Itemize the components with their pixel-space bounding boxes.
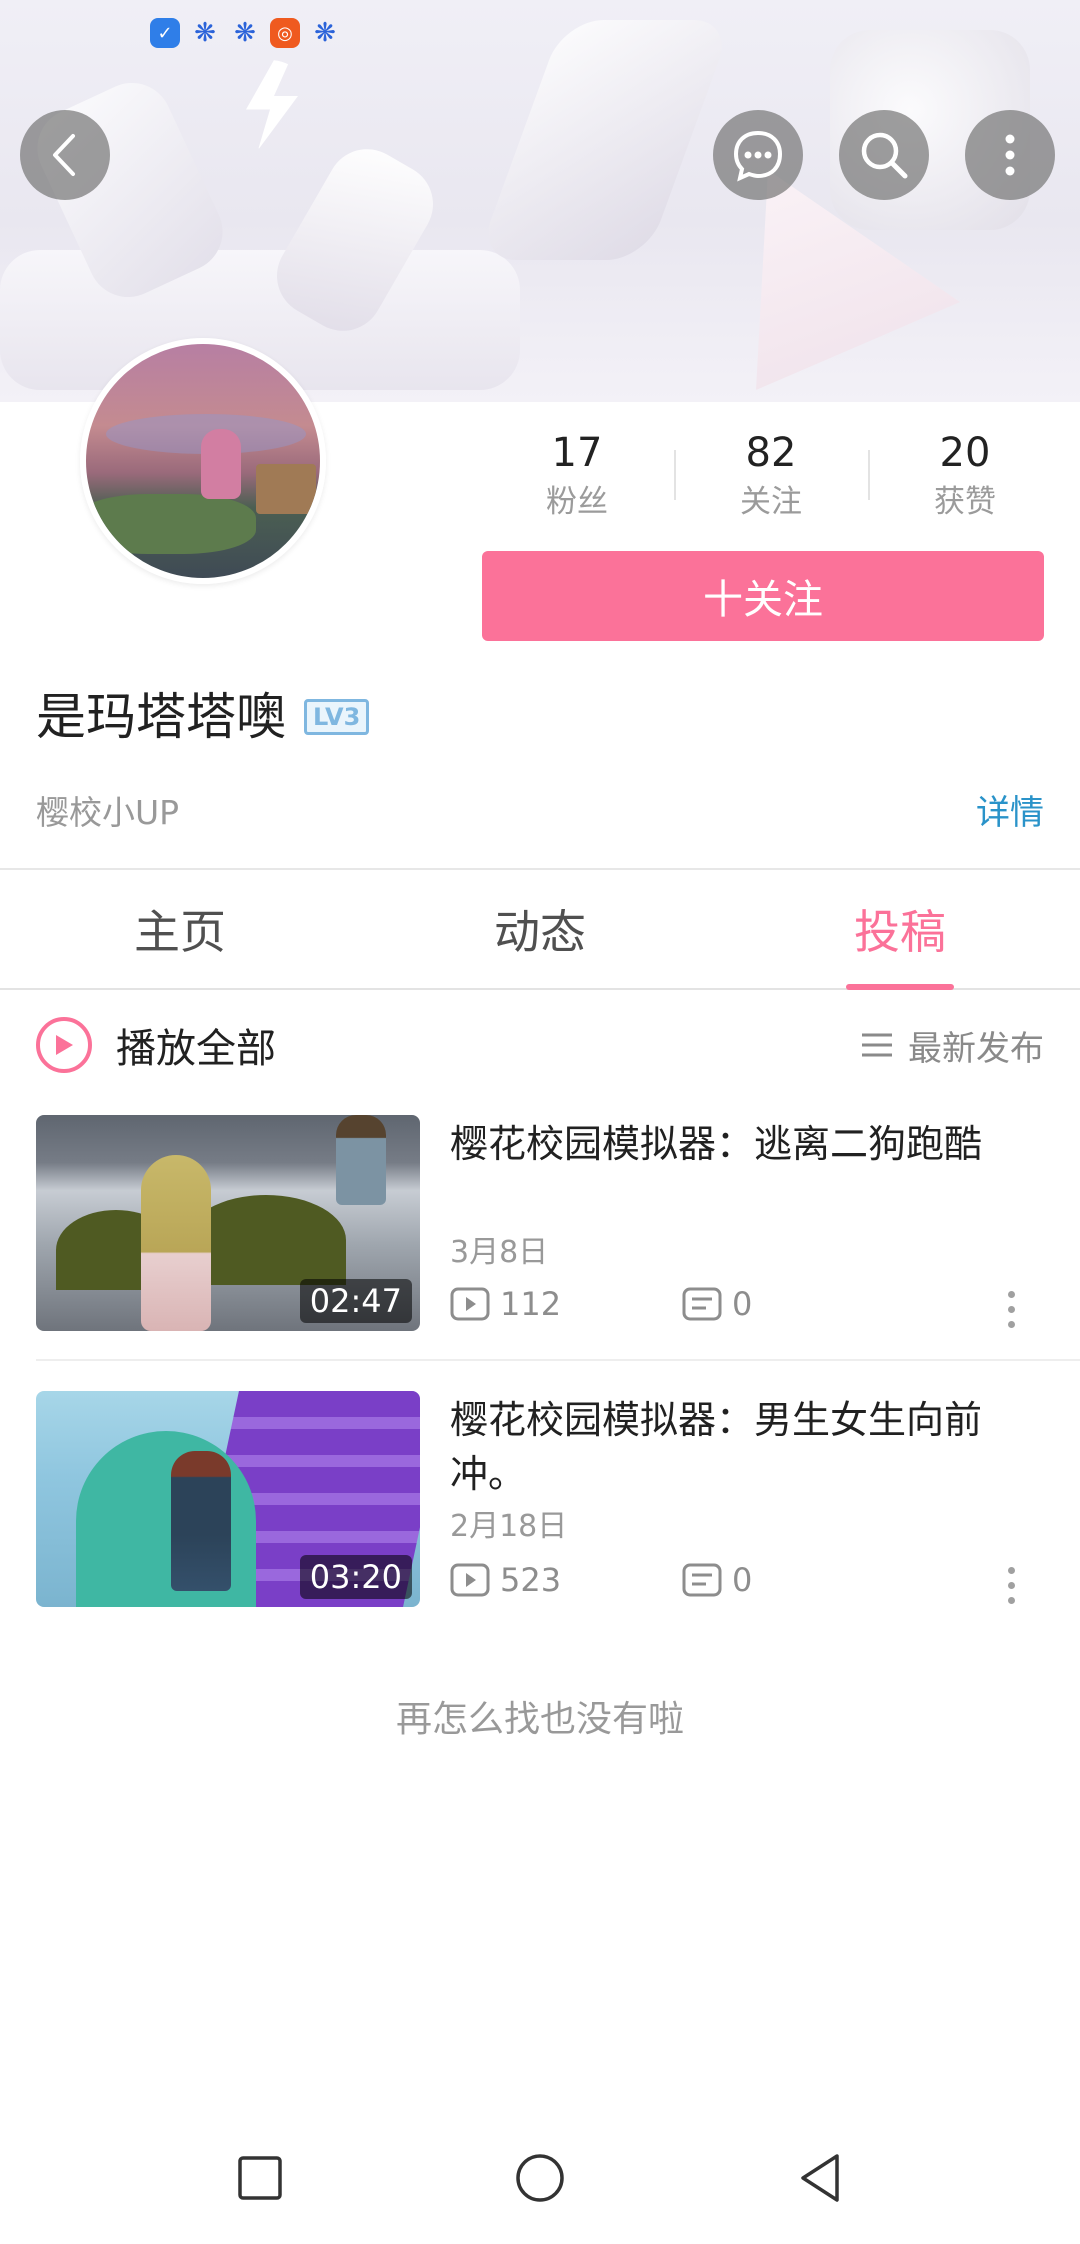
fans-label: 粉丝 (546, 484, 608, 520)
play-count-icon (450, 1287, 490, 1321)
video-thumbnail[interactable]: 03:20 (36, 1391, 420, 1607)
message-button[interactable] (713, 110, 803, 200)
profile-screen: ✓ ❋ ❋ ◎ ❋ 17 粉丝 82 关注 20 获赞 十关注 是玛塔塔噢 LV… (0, 0, 1080, 2244)
video-duration: 03:20 (299, 1555, 412, 1599)
tab-submissions[interactable]: 投稿 (720, 870, 1080, 988)
video-date: 3月8日 (450, 1235, 549, 1270)
video-meta: 112 0 (450, 1285, 752, 1323)
banner-decoration (246, 60, 298, 150)
shield-icon: ✓ (150, 18, 180, 48)
comment-count-value: 0 (732, 1561, 753, 1599)
thumb-art (141, 1155, 211, 1331)
recent-apps-icon (238, 2156, 282, 2200)
following-count: 82 (745, 430, 797, 476)
fans-count: 17 (551, 430, 603, 476)
avatar-art (86, 494, 256, 554)
video-item[interactable]: 03:20 樱花校园模拟器：男生女生向前冲。 2月18日 523 0 (36, 1391, 1044, 1607)
baidu-paw-icon: ❋ (314, 18, 336, 48)
divider (36, 1359, 1080, 1361)
sort-button[interactable]: 最新发布 (860, 1021, 1044, 1070)
video-title[interactable]: 樱花校园模拟器：逃离二狗跑酷 (450, 1117, 1044, 1171)
thumb-art (171, 1451, 231, 1591)
play-count-value: 112 (500, 1285, 562, 1323)
system-back-button[interactable] (785, 2143, 855, 2213)
tab-home[interactable]: 主页 (0, 870, 360, 988)
play-count: 112 (450, 1285, 682, 1323)
search-button[interactable] (839, 110, 929, 200)
video-duration: 02:47 (299, 1279, 412, 1323)
video-thumbnail[interactable]: 02:47 (36, 1115, 420, 1331)
following-label: 关注 (740, 484, 802, 520)
home-button[interactable] (505, 2143, 575, 2213)
video-meta: 523 0 (450, 1561, 752, 1599)
avatar[interactable] (80, 338, 326, 584)
likes-count: 20 (939, 430, 991, 476)
follow-button[interactable]: 十关注 (482, 551, 1044, 641)
thumb-art (336, 1115, 386, 1205)
comment-count: 0 (682, 1561, 752, 1599)
avatar-art (256, 464, 316, 514)
username: 是玛塔塔噢 (36, 688, 286, 746)
more-button[interactable] (965, 110, 1055, 200)
back-triangle-icon (801, 2154, 839, 2202)
back-icon (53, 134, 75, 176)
more-vertical-icon (1005, 134, 1015, 176)
comment-count-value: 0 (732, 1285, 753, 1323)
follow-button-label: 十关注 (703, 577, 823, 623)
more-vertical-icon[interactable] (1008, 1567, 1016, 1604)
list-icon (862, 1033, 892, 1057)
status-bar-icons: ✓ ❋ ❋ ◎ ❋ (150, 18, 340, 48)
video-title[interactable]: 樱花校园模拟器：男生女生向前冲。 (450, 1393, 1044, 1501)
play-all-button[interactable]: 播放全部 (36, 1016, 276, 1074)
comment-icon (682, 1287, 722, 1321)
signature: 樱校小UP (36, 792, 180, 832)
likes-label: 获赞 (934, 484, 996, 520)
level-badge: LV3 (304, 699, 370, 735)
play-circle-icon (36, 1017, 92, 1073)
baidu-paw-icon: ❋ (234, 18, 256, 48)
fans-stat[interactable]: 17 粉丝 (480, 420, 674, 530)
recent-apps-button[interactable] (225, 2143, 295, 2213)
comment-icon (682, 1563, 722, 1597)
play-count-value: 523 (500, 1561, 562, 1599)
baidu-paw-icon: ❋ (194, 18, 216, 48)
banner-decoration (476, 20, 734, 260)
username-row: 是玛塔塔噢 LV3 (36, 682, 370, 752)
video-item[interactable]: 02:47 樱花校园模拟器：逃离二狗跑酷 3月8日 112 0 (36, 1115, 1044, 1331)
sort-label: 最新发布 (908, 1028, 1044, 1069)
end-of-list-hint: 再怎么找也没有啦 (395, 1699, 684, 1740)
profile-stats: 17 粉丝 82 关注 20 获赞 (480, 420, 1062, 530)
system-navbar (0, 2112, 1080, 2244)
list-header: 播放全部 最新发布 (36, 1010, 1044, 1080)
back-button[interactable] (20, 110, 110, 200)
following-stat[interactable]: 82 关注 (674, 420, 868, 530)
home-icon (516, 2154, 564, 2202)
comment-count: 0 (682, 1285, 752, 1323)
signature-row: 樱校小UP 详情 (36, 785, 1044, 834)
tab-dynamics[interactable]: 动态 (360, 870, 720, 988)
app-icon: ◎ (270, 18, 300, 48)
profile-tabs: 主页 动态 投稿 (0, 870, 1080, 990)
play-all-label: 播放全部 (116, 1026, 276, 1072)
likes-stat[interactable]: 20 获赞 (868, 420, 1062, 530)
avatar-art (201, 429, 241, 499)
detail-link[interactable]: 详情 (976, 785, 1044, 834)
video-date: 2月18日 (450, 1509, 568, 1544)
play-count-icon (450, 1563, 490, 1597)
message-icon (733, 130, 783, 182)
more-vertical-icon[interactable] (1008, 1291, 1016, 1328)
profile-banner: ✓ ❋ ❋ ◎ ❋ (0, 0, 1080, 402)
search-icon (861, 132, 908, 179)
play-count: 523 (450, 1561, 682, 1599)
